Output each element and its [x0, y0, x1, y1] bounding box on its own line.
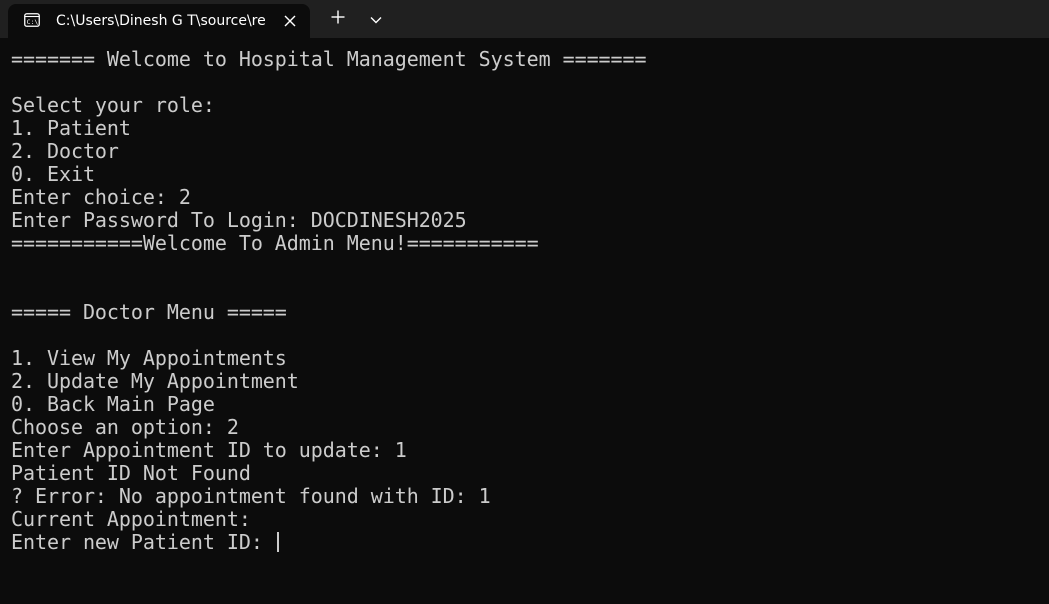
console-line: 0. Exit — [11, 162, 95, 186]
tab-dropdown-button[interactable] — [362, 4, 390, 32]
input-prompt: Enter new Patient ID: — [11, 530, 275, 554]
title-bar: C:\ C:\Users\Dinesh G T\source\re — [0, 0, 1049, 38]
console-line: Enter Password To Login: DOCDINESH2025 — [11, 208, 467, 232]
console-line: ===========Welcome To Admin Menu!=======… — [11, 231, 539, 255]
plus-icon — [331, 9, 345, 28]
console-line: Choose an option: 2 — [11, 415, 239, 439]
svg-text:C:\: C:\ — [27, 18, 39, 26]
console-line: Enter Appointment ID to update: 1 — [11, 438, 407, 462]
console-line: 2. Update My Appointment — [11, 369, 299, 393]
console-line: Enter choice: 2 — [11, 185, 191, 209]
console-line: 1. Patient — [11, 116, 131, 140]
console-line: ======= Welcome to Hospital Management S… — [11, 47, 647, 71]
chevron-down-icon — [370, 9, 382, 28]
text-cursor — [276, 532, 279, 552]
console-line: ===== Doctor Menu ===== — [11, 300, 287, 324]
console-input-line[interactable]: Enter new Patient ID: — [11, 531, 1049, 554]
console-line: 0. Back Main Page — [11, 392, 215, 416]
tab-title: C:\Users\Dinesh G T\source\re — [56, 13, 266, 29]
new-tab-button[interactable] — [322, 4, 354, 32]
console-line: 1. View My Appointments — [11, 346, 287, 370]
console-line: ? Error: No appointment found with ID: 1 — [11, 484, 491, 508]
active-tab[interactable]: C:\ C:\Users\Dinesh G T\source\re — [8, 4, 310, 38]
console-line: 2. Doctor — [11, 139, 119, 163]
console-output[interactable]: ======= Welcome to Hospital Management S… — [0, 38, 1049, 604]
console-line: Patient ID Not Found — [11, 461, 251, 485]
terminal-window: C:\ C:\Users\Dinesh G T\source\re ======… — [0, 0, 1049, 604]
terminal-icon: C:\ — [24, 12, 40, 28]
console-line: Select your role: — [11, 93, 215, 117]
close-icon[interactable] — [278, 9, 302, 33]
console-line: Current Appointment: — [11, 507, 251, 531]
